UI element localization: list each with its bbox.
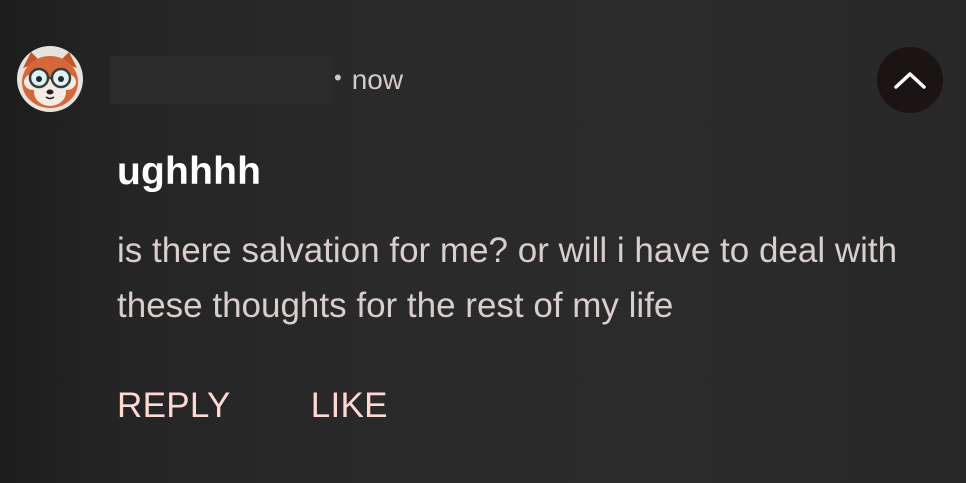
message-body: is there salvation for me? or will i hav…	[117, 231, 898, 325]
red-panda-avatar-icon	[17, 46, 83, 112]
avatar	[17, 46, 83, 112]
message-title: ughhhh	[117, 150, 262, 193]
redacted-sender-name	[110, 56, 332, 104]
separator-dot: •	[334, 65, 342, 90]
notification-card[interactable]: • now ughhhh is there salvation for me? …	[0, 0, 966, 483]
notification-actions: REPLY LIKE	[117, 386, 388, 426]
timestamp: now	[351, 64, 404, 95]
reply-button[interactable]: REPLY	[117, 386, 231, 426]
like-button[interactable]: LIKE	[311, 386, 388, 426]
chevron-up-icon	[894, 72, 926, 89]
notification-header: • now	[110, 55, 403, 105]
collapse-button[interactable]	[877, 47, 943, 113]
